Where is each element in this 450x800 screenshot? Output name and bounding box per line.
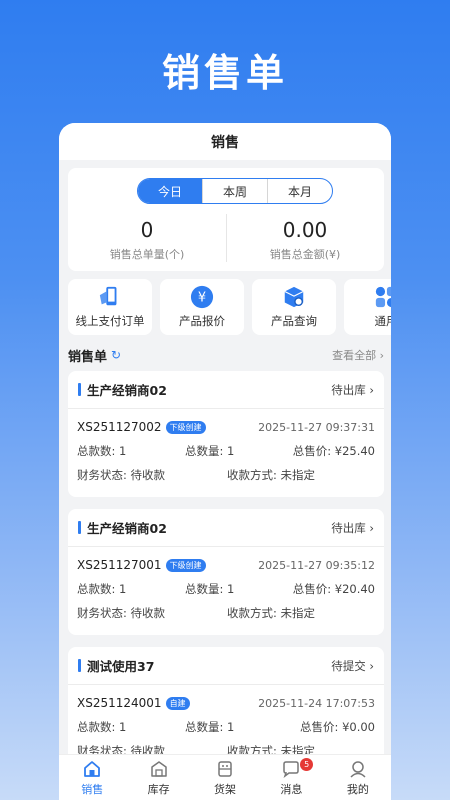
stat-value: 0 [140, 218, 154, 242]
tab-shelf[interactable]: 货架 [192, 755, 258, 800]
pay-method: 收款方式: 未指定 [227, 468, 316, 482]
source-badge: 下级创建 [165, 420, 206, 434]
svg-text:¥: ¥ [198, 291, 206, 306]
bottom-tab-bar: 销售 库存 货架 5 消息 我的 [59, 754, 391, 800]
stat-total-amount: 0.00 销售总金额(¥) [226, 218, 384, 262]
tab-messages[interactable]: 5 消息 [258, 755, 324, 800]
quick-general[interactable]: 通用 [344, 279, 391, 335]
shelf-icon [218, 760, 232, 777]
view-all-link[interactable]: 查看全部 › [332, 347, 384, 363]
hero-title: 销售单 [161, 51, 288, 95]
order-status[interactable]: 待出库 › [331, 382, 374, 398]
finance-status: 财务状态: 待收款 [77, 606, 166, 620]
sales-section-header: 销售单 ↻ 查看全部 › [68, 346, 384, 365]
stat-label: 销售总金额(¥) [269, 248, 341, 261]
total-items: 总款数: 1 [77, 444, 127, 458]
quick-label: 产品报价 [179, 314, 225, 328]
quick-label: 通用 [374, 314, 392, 328]
chat-icon [283, 760, 300, 778]
tab-inventory[interactable]: 库存 [125, 755, 191, 800]
total-items: 总款数: 1 [77, 720, 127, 734]
order-number: XS251127001 [77, 558, 162, 572]
segment-month[interactable]: 本月 [267, 179, 332, 203]
order-status[interactable]: 待出库 › [331, 520, 374, 536]
order-number: XS251124001 [77, 696, 162, 710]
segment-week[interactable]: 本周 [202, 179, 267, 203]
message-count-badge: 5 [300, 758, 314, 771]
accent-bar [78, 383, 81, 396]
customer-name: 生产经销商02 [87, 383, 167, 398]
phone-screen: 销售 今日 本周 本月 0 销售总单量(个) 0.00 销售总金额(¥) 线上支… [59, 123, 391, 800]
refresh-icon[interactable]: ↻ [111, 348, 121, 362]
quick-label: 产品查询 [271, 314, 317, 328]
warehouse-icon [150, 760, 167, 777]
source-badge: 自建 [165, 696, 190, 710]
mobile-pay-icon [98, 285, 122, 309]
total-items: 总款数: 1 [77, 582, 127, 596]
tab-profile[interactable]: 我的 [325, 755, 391, 800]
order-date: 2025-11-24 17:07:53 [258, 696, 375, 710]
total-price: 总售价: ¥0.00 [300, 720, 375, 734]
tab-sales[interactable]: 销售 [59, 755, 125, 800]
quick-product-search[interactable]: 产品查询 [252, 279, 336, 335]
total-price: 总售价: ¥20.40 [292, 582, 375, 596]
order-date: 2025-11-27 09:37:31 [258, 420, 375, 434]
app-header: 销售 [59, 123, 391, 160]
total-qty: 总数量: 1 [185, 720, 235, 734]
segment-today[interactable]: 今日 [138, 179, 202, 203]
stat-order-count: 0 销售总单量(个) [68, 218, 226, 262]
section-title: 销售单 [68, 349, 108, 365]
customer-name: 测试使用37 [87, 659, 155, 674]
user-icon [350, 760, 366, 778]
summary-card: 今日 本周 本月 0 销售总单量(个) 0.00 销售总金额(¥) [68, 168, 384, 271]
stat-label: 销售总单量(个) [109, 248, 185, 261]
order-card[interactable]: 生产经销商02 待出库 › XS251127002 下级创建 2025-11-2… [68, 371, 384, 497]
period-segmented-control: 今日 本周 本月 [137, 178, 333, 204]
yen-quote-icon: ¥ [190, 285, 214, 309]
order-date: 2025-11-27 09:35:12 [258, 558, 375, 572]
source-badge: 下级创建 [165, 558, 206, 572]
header-title: 销售 [211, 134, 239, 151]
quick-product-quote[interactable]: ¥ 产品报价 [160, 279, 244, 335]
customer-name: 生产经销商02 [87, 521, 167, 536]
pay-method: 收款方式: 未指定 [227, 606, 316, 620]
order-status[interactable]: 待提交 › [331, 658, 374, 674]
total-qty: 总数量: 1 [185, 444, 235, 458]
order-card[interactable]: 生产经销商02 待出库 › XS251127001 下级创建 2025-11-2… [68, 509, 384, 635]
quick-online-pay[interactable]: 线上支付订单 [68, 279, 152, 335]
general-icon [374, 285, 391, 309]
finance-status: 财务状态: 待收款 [77, 468, 166, 482]
total-price: 总售价: ¥25.40 [292, 444, 375, 458]
home-icon [84, 760, 101, 777]
order-number: XS251127002 [77, 420, 162, 434]
quick-label: 线上支付订单 [75, 314, 145, 328]
accent-bar [78, 521, 81, 534]
box-search-icon [282, 285, 306, 309]
accent-bar [78, 659, 81, 672]
total-qty: 总数量: 1 [185, 582, 235, 596]
quick-actions: 线上支付订单 ¥ 产品报价 产品查询 通用 [68, 279, 391, 335]
stat-value: 0.00 [282, 218, 328, 242]
